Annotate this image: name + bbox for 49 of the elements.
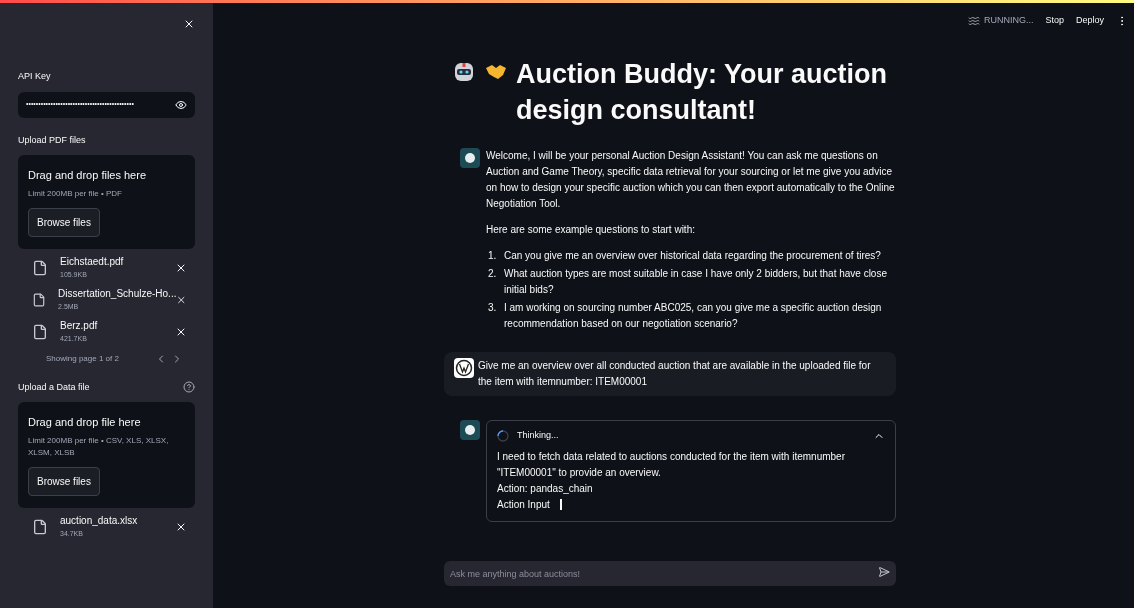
list-number: 1. xyxy=(487,249,498,263)
message-text: Give me an overview over all conducted auction that are available in the uploaded file for the item with itemnumber: ITEM00001 xyxy=(478,359,872,389)
bot-avatar-icon xyxy=(460,148,480,168)
browse-button[interactable]: Browse files xyxy=(28,207,100,237)
list-item-text: I am working on sourcing number ABC025, can you give me a specific auction design recommendation based on our negotiation scenario? xyxy=(504,301,883,331)
file-icon xyxy=(32,291,47,308)
thinking-line: Action Input xyxy=(497,497,550,512)
drop-title: Drag and drop files here xyxy=(28,168,147,183)
page-title: Auction Buddy: Your auction design consultant! xyxy=(516,58,888,127)
pagination-text: Showing page 1 of 2 xyxy=(46,352,119,365)
browse-button[interactable]: Browse files xyxy=(28,466,100,496)
drop-zone[interactable]: Drag and drop files here Limit 200MB per file • PDF Browse files xyxy=(18,155,195,249)
close-icon[interactable] xyxy=(183,18,195,30)
upload-label: Upload a Data file xyxy=(18,380,90,394)
logo-icon xyxy=(454,358,474,378)
file-name: Eichstaedt.pdf xyxy=(60,254,125,268)
list-item-text: Can you give me an overview over historical data regarding the procurement of tires? xyxy=(504,249,881,263)
thinking-line: I need to fetch data related to auctions conducted for the item with itemnumber "ITEM00001" to provide an overview. xyxy=(497,449,846,480)
list-item-text: What auction types are most suitable in case I have only 2 bidders, but that have close initial bids? xyxy=(504,267,888,297)
drop-title: Drag and drop file here xyxy=(28,415,142,430)
upload-label: Upload PDF files xyxy=(18,133,86,147)
limit-text: Limit 200MB per file • CSV, XLS, XLSX, XLSM, XLSB xyxy=(28,434,170,459)
bot-avatar-icon xyxy=(460,420,480,440)
limit-text: Limit 200MB per file • PDF xyxy=(28,187,123,200)
drop-zone[interactable]: Drag and drop file here Limit 200MB per file • CSV, XLS, XLSX, XLSM, XLSB Browse files xyxy=(18,402,195,508)
file-name: Berz.pdf xyxy=(60,318,99,332)
text-cursor xyxy=(559,499,562,510)
message-paragraph: Here are some example questions to start with: xyxy=(486,223,696,237)
show-password-icon[interactable] xyxy=(175,98,187,111)
file-icon xyxy=(32,518,48,535)
field-label: API Key xyxy=(18,70,52,83)
file-icon xyxy=(32,259,48,276)
thinking-line: Action: pandas_chain xyxy=(497,481,593,496)
robot-icon xyxy=(452,60,476,84)
help-icon[interactable] xyxy=(183,381,195,394)
list-number: 3. xyxy=(487,301,498,315)
file-name: auction_data.xlsx xyxy=(60,513,139,527)
send-icon[interactable] xyxy=(878,565,890,578)
spinner-icon xyxy=(497,429,509,442)
toolbar-button[interactable]: Deploy xyxy=(1076,14,1104,28)
file-icon xyxy=(32,323,48,340)
message-paragraph: Welcome, I will be your personal Auction Design Assistant! You can ask me questions on Auction and Game Theory, specific data retrieval for your sourcing or let me give you advice on how to design your specific auction which you can then export automatically to the Online Negotiation Tool. xyxy=(486,149,896,211)
thinking-status: Thinking... xyxy=(517,429,560,442)
thinking-header[interactable]: Thinking... xyxy=(497,429,885,443)
toolbar-button[interactable]: Stop xyxy=(1045,14,1064,28)
list-number: 2. xyxy=(487,267,498,281)
file-name: Dissertation_Schulze-Ho... xyxy=(58,286,177,300)
chat-input[interactable]: Ask me anything about auctions! xyxy=(444,561,896,586)
running-status: RUNNING... xyxy=(983,14,1034,27)
